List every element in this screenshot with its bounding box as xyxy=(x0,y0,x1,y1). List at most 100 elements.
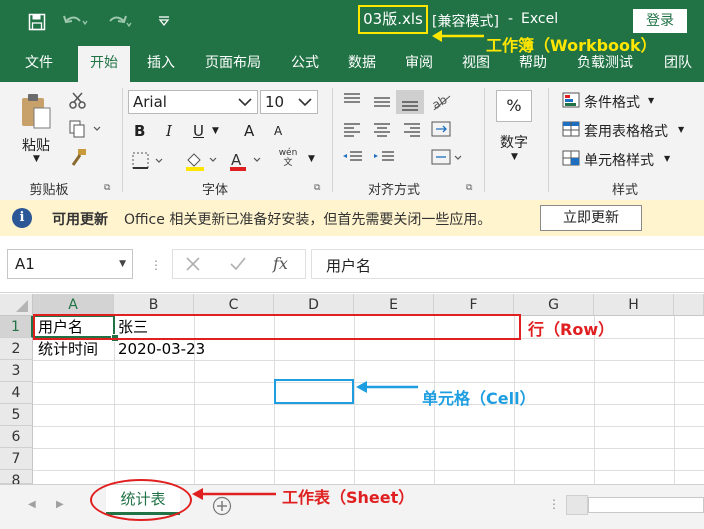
cell-styles-button[interactable]: 单元格样式 xyxy=(584,150,654,170)
row-header-6[interactable]: 6 xyxy=(0,426,33,448)
tab-team[interactable]: 团队 xyxy=(656,44,700,82)
column-header-g[interactable]: G xyxy=(514,294,594,316)
svg-text:A: A xyxy=(231,151,242,169)
shrink-font-button[interactable]: A xyxy=(274,124,282,138)
merge-center-icon[interactable] xyxy=(430,148,464,168)
font-color-icon[interactable]: A xyxy=(228,150,264,172)
underline-dropdown-icon[interactable]: ▼ xyxy=(212,126,219,136)
row-header-5[interactable]: 5 xyxy=(0,404,33,426)
wrap-text-icon[interactable] xyxy=(430,120,454,140)
row-header-4[interactable]: 4 xyxy=(0,382,33,404)
column-header-f[interactable]: F xyxy=(434,294,514,316)
paste-dropdown-icon[interactable]: ▼ xyxy=(33,154,40,164)
orientation-icon[interactable]: ab xyxy=(430,90,460,114)
undo-icon[interactable] xyxy=(62,12,88,32)
borders-icon[interactable] xyxy=(132,152,166,170)
number-format-dropdown-icon[interactable]: ▼ xyxy=(511,152,518,162)
grow-font-button[interactable]: A xyxy=(244,122,254,140)
select-all-button[interactable] xyxy=(0,294,33,316)
italic-button[interactable]: I xyxy=(166,122,172,140)
insert-function-icon[interactable]: fx xyxy=(273,254,288,273)
cell-b2[interactable]: 2020-03-23 xyxy=(118,338,205,360)
horizontal-scrollbar[interactable] xyxy=(588,497,704,513)
format-painter-icon[interactable] xyxy=(68,148,88,168)
enter-icon[interactable] xyxy=(229,256,247,272)
tab-page-layout[interactable]: 页面布局 xyxy=(196,44,270,82)
update-info-bar: i 可用更新 Office 相关更新已准备好安装，但首先需要关闭一些应用。 立即… xyxy=(0,200,704,237)
chevron-down-icon[interactable] xyxy=(236,91,254,113)
hscroll-grip-icon[interactable]: ⋮ xyxy=(548,497,560,511)
column-header-a[interactable]: A xyxy=(33,294,114,316)
clipboard-group-label: 剪贴板 xyxy=(29,183,69,198)
sheet-scroll-right-icon[interactable]: ▶ xyxy=(56,499,64,510)
column-header-partial[interactable] xyxy=(674,294,704,316)
align-top-icon[interactable] xyxy=(340,90,428,114)
formula-bar: A1 ▼ ⋮ fx 用户名 xyxy=(0,236,704,293)
bold-button[interactable]: B xyxy=(134,122,145,140)
sheet-scroll-left-icon[interactable]: ◀ xyxy=(28,499,36,510)
group-separator xyxy=(548,88,549,192)
clipboard-launcher-icon[interactable]: ⧉ xyxy=(104,183,110,193)
name-box[interactable]: A1 ▼ xyxy=(7,249,133,279)
row-header-1[interactable]: 1 xyxy=(0,316,33,338)
conditional-format-button[interactable]: 条件格式 xyxy=(584,92,640,112)
cell-styles-icon[interactable] xyxy=(562,150,580,166)
align-left-icon[interactable] xyxy=(340,120,428,140)
phonetic-dropdown-icon[interactable]: ▼ xyxy=(308,154,315,164)
tab-data[interactable]: 数据 xyxy=(340,44,384,82)
conditional-format-dropdown-icon[interactable]: ▼ xyxy=(648,96,654,105)
tab-formulas[interactable]: 公式 xyxy=(283,44,327,82)
column-header-d[interactable]: D xyxy=(274,294,354,316)
column-header-c[interactable]: C xyxy=(194,294,274,316)
paste-icon[interactable] xyxy=(18,92,54,132)
conditional-format-icon[interactable] xyxy=(562,92,580,108)
font-name-combo[interactable]: Arial xyxy=(128,90,258,114)
tab-insert[interactable]: 插入 xyxy=(138,44,184,82)
phonetic-guide-icon[interactable]: wén 文 xyxy=(278,148,298,168)
chevron-down-icon[interactable] xyxy=(296,91,314,113)
font-launcher-icon[interactable]: ⧉ xyxy=(314,183,320,193)
tab-review[interactable]: 审阅 xyxy=(396,44,442,82)
cell-a2[interactable]: 统计时间 xyxy=(38,338,98,360)
paste-button[interactable]: 粘贴 xyxy=(22,135,50,155)
save-icon[interactable] xyxy=(28,13,46,31)
formula-bar-grip-icon[interactable]: ⋮ xyxy=(150,258,162,272)
cell-styles-dropdown-icon[interactable]: ▼ xyxy=(664,154,670,163)
row-header-7[interactable]: 7 xyxy=(0,448,33,470)
info-bar-title: 可用更新 xyxy=(52,212,108,228)
format-as-table-icon[interactable] xyxy=(562,121,580,137)
percent-format-button[interactable]: % xyxy=(496,90,532,122)
indent-icon[interactable] xyxy=(340,148,400,168)
column-header-e[interactable]: E xyxy=(354,294,434,316)
tab-home[interactable]: 开始 xyxy=(78,46,130,82)
format-as-table-dropdown-icon[interactable]: ▼ xyxy=(678,125,684,134)
font-name-value: Arial xyxy=(133,93,167,111)
row-annotation: 行（Row） xyxy=(528,320,615,339)
alignment-launcher-icon[interactable]: ⧉ xyxy=(466,183,472,193)
sheet-annotation: 工作表（Sheet） xyxy=(282,488,415,507)
format-as-table-button[interactable]: 套用表格格式 xyxy=(584,121,668,141)
update-now-button[interactable]: 立即更新 xyxy=(540,205,642,231)
workbook-filename: 03版.xls xyxy=(358,5,428,34)
alignment-group-label: 对齐方式 xyxy=(367,183,420,198)
copy-icon[interactable] xyxy=(68,120,102,138)
customize-qat-icon[interactable] xyxy=(157,14,171,28)
column-header-b[interactable]: B xyxy=(114,294,194,316)
name-box-dropdown-icon[interactable]: ▼ xyxy=(119,259,126,269)
row-header-3[interactable]: 3 xyxy=(0,360,33,382)
tab-file[interactable]: 文件 xyxy=(14,44,64,82)
font-size-combo[interactable]: 10 xyxy=(260,90,318,114)
fill-color-icon[interactable] xyxy=(184,150,220,172)
cancel-icon[interactable] xyxy=(185,256,201,272)
redo-icon[interactable] xyxy=(106,12,132,32)
login-button[interactable]: 登录 xyxy=(633,9,687,33)
hscroll-left-button[interactable] xyxy=(566,495,588,515)
row-header-2[interactable]: 2 xyxy=(0,338,33,360)
underline-button[interactable]: U xyxy=(193,122,204,140)
formula-input[interactable]: 用户名 xyxy=(311,249,704,279)
cut-icon[interactable] xyxy=(68,92,88,110)
info-icon: i xyxy=(12,208,32,228)
number-format-button[interactable]: 数字 xyxy=(500,132,528,152)
row-header-8[interactable]: 8 xyxy=(0,470,33,489)
column-header-h[interactable]: H xyxy=(594,294,674,316)
